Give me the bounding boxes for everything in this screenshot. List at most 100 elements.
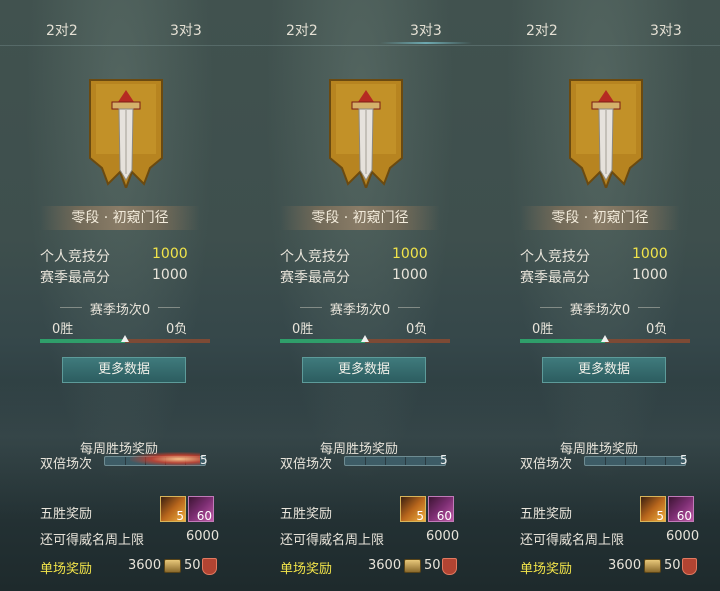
season-matches-text: 赛季场次0	[89, 303, 151, 318]
score-label: 个人竞技分	[520, 249, 590, 265]
coin-icon	[644, 559, 661, 573]
reward-item-count: 5	[656, 509, 664, 523]
tab-divider	[240, 45, 480, 46]
arena-panel: 2对2 3对3 零段 · 初窥门径 个人竞技分 1000 赛季最高分 1000 …	[240, 0, 481, 591]
weekly-limit-value: 6000	[186, 529, 220, 544]
season-matches-title: 赛季场次0	[240, 299, 480, 318]
season-matches-title: 赛季场次0	[480, 299, 720, 318]
reward-item-count: 60	[436, 509, 452, 523]
ratio-marker-icon	[601, 335, 609, 342]
shield-icon	[682, 558, 697, 575]
win-fill	[40, 339, 125, 343]
score-label: 个人竞技分	[280, 249, 350, 265]
single-shield-value: 50	[184, 558, 201, 573]
season-matches-text: 赛季场次0	[569, 303, 631, 318]
weekly-limit-value: 6000	[666, 529, 700, 544]
season-high-label: 赛季最高分	[280, 270, 350, 286]
double-matches-count: 5	[680, 453, 688, 467]
coin-icon	[404, 559, 421, 573]
season-high-label: 赛季最高分	[40, 270, 110, 286]
win-loss-bar	[520, 335, 690, 343]
season-high-label: 赛季最高分	[520, 270, 590, 286]
win-loss-bar	[40, 335, 210, 343]
ratio-marker-icon	[121, 335, 129, 342]
season-matches-text: 赛季场次0	[329, 303, 391, 318]
more-data-button[interactable]: 更多数据	[542, 357, 666, 383]
more-data-button[interactable]: 更多数据	[302, 357, 426, 383]
shield-icon	[442, 558, 457, 575]
ornament-left	[60, 307, 82, 308]
double-matches-label: 双倍场次	[280, 457, 333, 472]
weekly-limit-value: 6000	[426, 529, 460, 544]
score-value: 1000	[392, 246, 428, 262]
five-win-reward-label: 五胜奖励	[520, 507, 573, 522]
reward-potion-icon[interactable]: 60	[188, 496, 214, 523]
ornament-right	[398, 307, 420, 308]
double-matches-bar	[584, 456, 686, 466]
single-match-reward-label: 单场奖励	[520, 562, 573, 577]
rank-title: 零段 · 初窥门径	[520, 206, 680, 230]
tab-2v2[interactable]: 2对2	[286, 20, 318, 40]
win-loss-bar	[280, 335, 450, 343]
reward-chest-icon[interactable]: 5	[640, 496, 666, 523]
ornament-left	[300, 307, 322, 308]
tab-2v2[interactable]: 2对2	[526, 20, 558, 40]
score-label: 个人竞技分	[40, 249, 110, 265]
arena-panel: 2对2 3对3 零段 · 初窥门径 个人竞技分 1000 赛季最高分 1000 …	[0, 0, 241, 591]
ornament-right	[158, 307, 180, 308]
single-coin-value: 3600	[608, 558, 642, 573]
mode-tabs: 2对2 3对3	[240, 0, 480, 46]
season-high-value: 1000	[632, 267, 668, 283]
season-high-value: 1000	[152, 267, 188, 283]
losses-count: 0负	[646, 322, 668, 337]
rank-title: 零段 · 初窥门径	[280, 206, 440, 230]
double-matches-label: 双倍场次	[520, 457, 573, 472]
tab-3v3[interactable]: 3对3	[380, 20, 472, 44]
mode-tabs: 2对2 3对3	[480, 0, 720, 46]
losses-count: 0负	[166, 322, 188, 337]
season-high-value: 1000	[392, 267, 428, 283]
single-match-reward-label: 单场奖励	[280, 562, 333, 577]
rank-emblem-icon	[89, 79, 163, 188]
ratio-marker-icon	[361, 335, 369, 342]
single-shield-value: 50	[664, 558, 681, 573]
single-coin-value: 3600	[128, 558, 162, 573]
reward-potion-icon[interactable]: 60	[668, 496, 694, 523]
reward-item-count: 60	[196, 509, 212, 523]
reward-item-count: 5	[176, 509, 184, 523]
double-glow-effect	[130, 452, 200, 466]
rank-emblem-icon	[329, 79, 403, 188]
shield-icon	[202, 558, 217, 575]
single-coin-value: 3600	[368, 558, 402, 573]
tab-3v3[interactable]: 3对3	[170, 20, 202, 40]
wins-count: 0胜	[52, 322, 74, 337]
tab-2v2[interactable]: 2对2	[46, 20, 78, 40]
losses-count: 0负	[406, 322, 428, 337]
wins-count: 0胜	[532, 322, 554, 337]
win-fill	[280, 339, 365, 343]
double-matches-label: 双倍场次	[40, 457, 93, 472]
ornament-left	[540, 307, 562, 308]
weekly-limit-label: 还可得威名周上限	[520, 533, 625, 548]
arena-panel: 2对2 3对3 零段 · 初窥门径 个人竞技分 1000 赛季最高分 1000 …	[480, 0, 720, 591]
reward-item-count: 60	[676, 509, 692, 523]
reward-potion-icon[interactable]: 60	[428, 496, 454, 523]
coin-icon	[164, 559, 181, 573]
more-data-button[interactable]: 更多数据	[62, 357, 186, 383]
rank-emblem-icon	[569, 79, 643, 188]
mode-tabs: 2对2 3对3	[0, 0, 240, 46]
double-matches-count: 5	[440, 453, 448, 467]
reward-chest-icon[interactable]: 5	[400, 496, 426, 523]
season-matches-title: 赛季场次0	[0, 299, 240, 318]
five-win-reward-label: 五胜奖励	[40, 507, 93, 522]
weekly-limit-label: 还可得威名周上限	[280, 533, 385, 548]
reward-chest-icon[interactable]: 5	[160, 496, 186, 523]
tab-divider	[0, 45, 240, 46]
tab-3v3[interactable]: 3对3	[650, 20, 682, 40]
tab-divider	[480, 45, 720, 46]
score-value: 1000	[152, 246, 188, 262]
ornament-right	[638, 307, 660, 308]
rank-title: 零段 · 初窥门径	[40, 206, 200, 230]
score-value: 1000	[632, 246, 668, 262]
weekly-limit-label: 还可得威名周上限	[40, 533, 145, 548]
